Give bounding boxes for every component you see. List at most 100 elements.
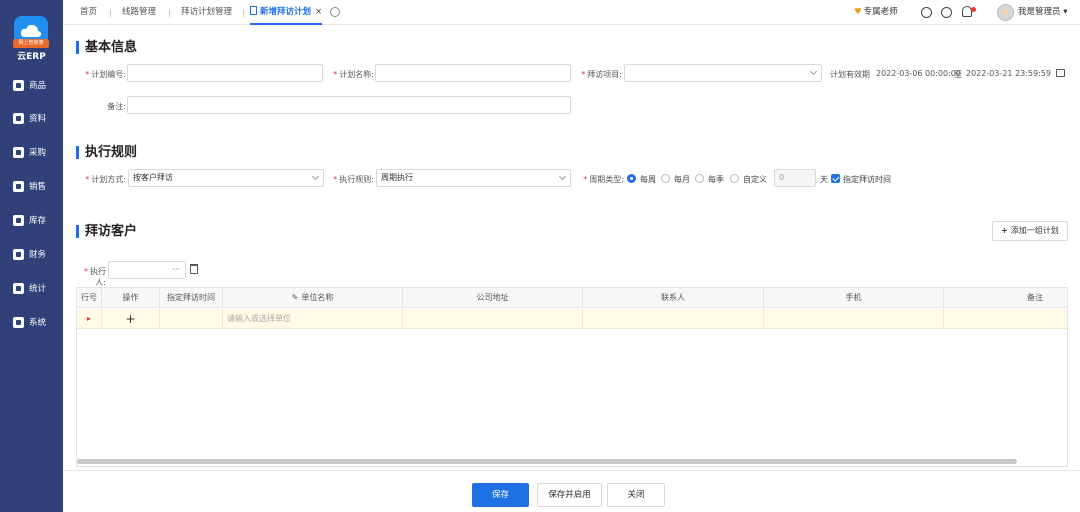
- col-row-no: 行号: [77, 288, 102, 308]
- tab-route-management[interactable]: 线路管理: [122, 0, 156, 25]
- days-unit: 天: [820, 175, 828, 184]
- inventory-icon: [13, 214, 24, 226]
- cloud-logo-icon: [20, 24, 42, 37]
- more-icon[interactable]: ···: [172, 262, 180, 278]
- plus-icon: +: [1001, 226, 1008, 235]
- calendar-icon[interactable]: [1056, 69, 1065, 77]
- radio-weekly-label: 每周: [640, 175, 656, 184]
- plan-no-label: * 计划编号:: [85, 70, 126, 79]
- table-header: 行号 操作 指定拜访时间 ✎ 单位名称 公司地址 联系人 手机 备注: [77, 288, 1067, 308]
- cloud-icon[interactable]: [921, 7, 932, 18]
- exec-rule-select[interactable]: 周期执行: [376, 169, 571, 187]
- date-start[interactable]: 2022-03-06 00:00:00: [876, 69, 961, 78]
- trash-icon[interactable]: [190, 264, 198, 274]
- sidebar-item-data[interactable]: 资料: [0, 107, 63, 129]
- plan-name-input[interactable]: [375, 64, 571, 82]
- sidebar-item-stats[interactable]: 统计: [0, 277, 63, 299]
- logo-badge: 网上管家婆: [13, 39, 49, 48]
- col-operation: 操作: [102, 288, 160, 308]
- col-contact: 联系人: [583, 288, 764, 308]
- add-row-button[interactable]: +: [102, 309, 160, 329]
- specify-time-checkbox[interactable]: [831, 174, 840, 183]
- executor-input[interactable]: ···: [108, 261, 186, 279]
- chevron-down-icon: [809, 67, 818, 76]
- save-enable-button[interactable]: 保存并启用: [537, 483, 602, 507]
- horizontal-scrollbar[interactable]: [77, 459, 1017, 464]
- row-pointer-icon: ▸: [77, 309, 102, 329]
- sidebar-item-goods[interactable]: 商品: [0, 74, 63, 96]
- plan-no-input[interactable]: [127, 64, 323, 82]
- save-button[interactable]: 保存: [472, 483, 529, 507]
- advisor-link[interactable]: ♥ 专属老师: [854, 0, 898, 25]
- section-title-rules: 执行规则: [76, 146, 137, 159]
- date-separator: 至: [954, 70, 962, 79]
- table-row[interactable]: ▸ + 请输入或选择单位: [77, 309, 1067, 329]
- contact-cell: [583, 309, 764, 329]
- tab-new-visit-plan[interactable]: 新增拜访计划 ×: [250, 0, 323, 25]
- radio-quarterly[interactable]: [695, 174, 704, 183]
- plan-name-label: * 计划名称:: [333, 70, 374, 79]
- sidebar-item-system[interactable]: 系统: [0, 311, 63, 333]
- add-plan-group-button[interactable]: + 添加一组计划: [992, 221, 1068, 241]
- sidebar-item-sales[interactable]: 销售: [0, 175, 63, 197]
- radio-weekly[interactable]: [627, 174, 636, 183]
- days-input[interactable]: 0: [774, 169, 816, 187]
- close-button[interactable]: 关闭: [607, 483, 665, 507]
- avatar[interactable]: [997, 4, 1014, 21]
- remark-input[interactable]: [127, 96, 571, 114]
- plan-method-label: * 计划方式:: [85, 175, 126, 184]
- tab-home[interactable]: 首页: [80, 0, 97, 25]
- stats-icon: [13, 282, 24, 294]
- col-mobile: 手机: [764, 288, 944, 308]
- col-unit-name: ✎ 单位名称: [223, 288, 403, 308]
- caret-down-icon: ▾: [1063, 7, 1068, 17]
- radio-monthly[interactable]: [661, 174, 670, 183]
- radio-quarterly-label: 每季: [708, 175, 724, 184]
- tab-divider: [243, 9, 244, 17]
- chevron-down-icon: [558, 172, 567, 181]
- tab-divider: [169, 9, 170, 17]
- radio-custom-label: 自定义: [743, 175, 767, 184]
- top-bar: 首页 线路管理 拜访计划管理 新增拜访计划 × ♥ 专属老师 我是管理员 ▾: [63, 0, 1080, 25]
- address-cell: [403, 309, 583, 329]
- visit-time-cell[interactable]: [160, 309, 223, 329]
- finance-icon: [13, 248, 24, 260]
- radio-custom[interactable]: [730, 174, 739, 183]
- goods-icon: [13, 79, 24, 91]
- radio-monthly-label: 每月: [674, 175, 690, 184]
- col-visit-time: 指定拜访时间: [160, 288, 223, 308]
- plan-method-select[interactable]: 按客户拜访: [128, 169, 324, 187]
- unit-name-cell[interactable]: 请输入或选择单位: [223, 309, 403, 329]
- date-end[interactable]: 2022-03-21 23:59:59: [966, 69, 1051, 78]
- col-remark: 备注: [1027, 293, 1043, 302]
- visit-item-select[interactable]: [624, 64, 822, 82]
- specify-time-label: 指定拜访时间: [843, 175, 891, 184]
- system-icon: [13, 316, 24, 328]
- remark-cell[interactable]: [944, 309, 1069, 329]
- sales-icon: [13, 180, 24, 192]
- sidebar-item-purchase[interactable]: 采购: [0, 141, 63, 163]
- heart-icon: ♥: [854, 7, 862, 17]
- footer-bar: 保存 保存并启用 关闭: [63, 470, 1080, 512]
- col-address: 公司地址: [403, 288, 583, 308]
- sidebar-item-inventory[interactable]: 库存: [0, 209, 63, 231]
- visit-item-label: * 拜访项目:: [581, 70, 622, 79]
- section-title-customers: 拜访客户: [76, 225, 137, 238]
- executor-label: * 执行人:: [84, 267, 106, 287]
- search-icon[interactable]: [941, 7, 952, 18]
- customer-table: 行号 操作 指定拜访时间 ✎ 单位名称 公司地址 联系人 手机 备注 ▸ + 请输…: [76, 287, 1068, 467]
- gear-icon[interactable]: [330, 7, 340, 17]
- purchase-icon: [13, 146, 24, 158]
- edit-icon: ✎: [291, 293, 299, 302]
- user-menu[interactable]: 我是管理员 ▾: [1018, 0, 1068, 25]
- sidebar: 网上管家婆 云ERP 商品 资料 采购 销售 库存 财务 统计 系统: [0, 0, 63, 512]
- valid-period-label: 计划有效期: [830, 70, 870, 79]
- mobile-cell: [764, 309, 944, 329]
- cycle-type-label: * 周期类型:: [583, 175, 624, 184]
- section-title-basic: 基本信息: [76, 41, 137, 54]
- close-icon[interactable]: ×: [315, 7, 322, 17]
- tab-visit-plan-management[interactable]: 拜访计划管理: [181, 0, 232, 25]
- sidebar-item-finance[interactable]: 财务: [0, 243, 63, 265]
- document-icon: [250, 6, 257, 15]
- exec-rule-label: * 执行规则:: [333, 175, 374, 184]
